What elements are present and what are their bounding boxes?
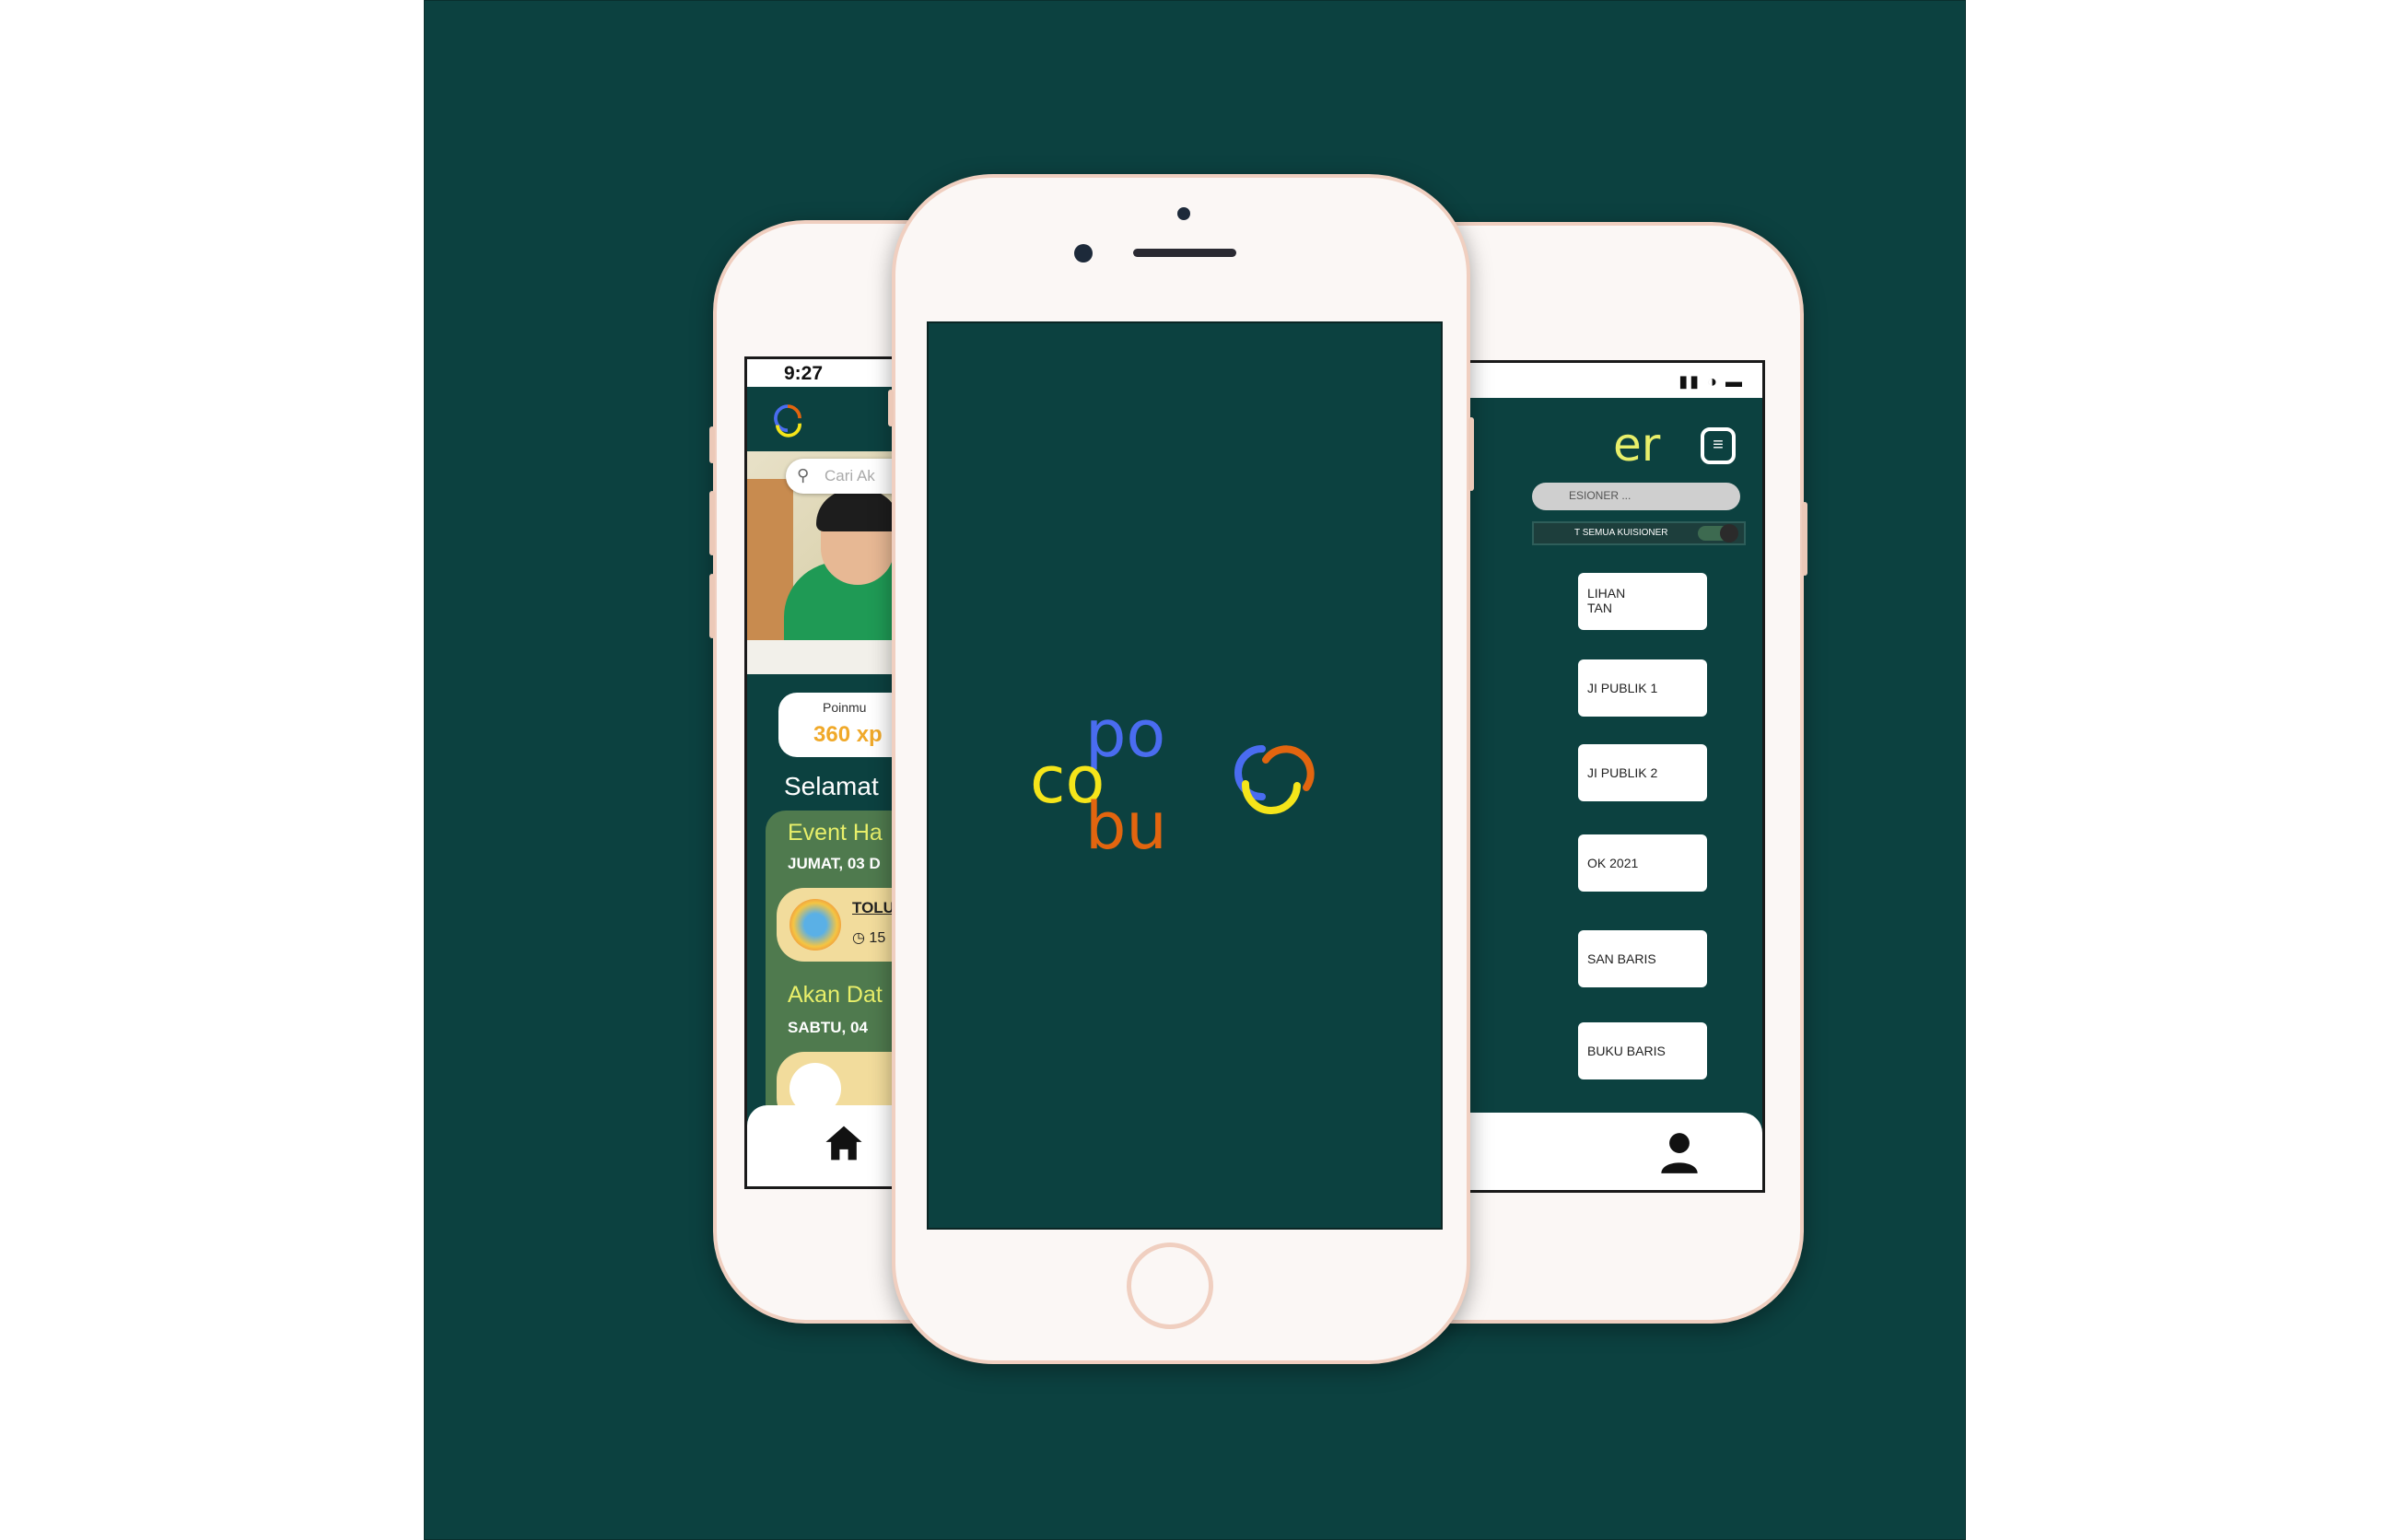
page-title: er xyxy=(1613,418,1661,472)
event-time: ◷ 15 xyxy=(852,928,885,947)
cobupo-rings-icon xyxy=(1234,745,1315,814)
points-value: 360 xp xyxy=(813,722,883,747)
item-label: JI PUBLIK 2 xyxy=(1587,765,1658,780)
event-name: TOLU xyxy=(852,899,895,916)
show-all-toggle-row[interactable]: T SEMUA KUISIONER xyxy=(1532,521,1746,545)
questionnaire-item[interactable]: JI PUBLIK 1 xyxy=(1578,659,1707,717)
poster-background: 9:27 ⚲ Cari Ak Poinmu 360 xp Selamat Eve… xyxy=(424,0,1966,1540)
side-button xyxy=(888,390,894,426)
splash-screen: po co bu xyxy=(927,321,1443,1230)
home-icon[interactable] xyxy=(823,1122,865,1164)
toggle-label: T SEMUA KUISIONER xyxy=(1574,528,1668,538)
front-sensor xyxy=(1074,244,1093,262)
side-button xyxy=(709,426,715,463)
side-button xyxy=(1802,502,1807,576)
side-button xyxy=(709,491,715,555)
cobupo-logo: po co bu xyxy=(1030,696,1315,864)
item-label: OK 2021 xyxy=(1587,856,1639,870)
app-logo-icon xyxy=(774,404,801,438)
questionnaire-item[interactable]: JI PUBLIK 2 xyxy=(1578,744,1707,801)
event-today-title: Event Ha xyxy=(788,820,883,846)
event-logo-icon xyxy=(789,899,841,951)
search-icon: ⚲ xyxy=(797,466,810,484)
questionnaire-item[interactable]: OK 2021 xyxy=(1578,834,1707,892)
home-button[interactable] xyxy=(1127,1242,1213,1329)
side-button xyxy=(1468,417,1474,491)
earpiece-speaker xyxy=(1133,249,1236,257)
questionnaire-item[interactable]: BUKU BARIS xyxy=(1578,1022,1707,1079)
toggle-switch[interactable] xyxy=(1698,524,1738,542)
event-today-date: JUMAT, 03 D xyxy=(788,855,881,872)
side-button xyxy=(709,574,715,638)
center-phone-mockup: po co bu xyxy=(888,174,1474,1364)
points-label: Poinmu xyxy=(823,700,867,715)
profile-icon[interactable] xyxy=(1659,1131,1700,1175)
event-upcoming-date: SABTU, 04 xyxy=(788,1019,868,1036)
item-label: BUKU BARIS xyxy=(1587,1044,1666,1058)
logo-letters-bu: bu xyxy=(1085,788,1167,864)
questionnaire-item[interactable]: LIHAN TAN xyxy=(1578,573,1707,630)
search-placeholder: Cari Ak xyxy=(825,467,875,484)
front-camera xyxy=(1177,207,1190,220)
greeting-text: Selamat xyxy=(784,772,879,800)
item-label: JI PUBLIK 1 xyxy=(1587,681,1658,695)
item-label: SAN BARIS xyxy=(1587,951,1656,966)
clock-icon: ◷ xyxy=(852,930,865,946)
search-input[interactable]: ESIONER ... xyxy=(1532,483,1740,510)
status-time: 9:27 xyxy=(784,363,824,384)
event-time-value: 15 xyxy=(869,930,886,946)
questionnaire-item[interactable]: SAN BARIS xyxy=(1578,930,1707,987)
document-icon: ≡ xyxy=(1701,427,1736,464)
event-upcoming-title: Akan Dat xyxy=(788,982,883,1008)
item-label: LIHAN TAN xyxy=(1587,586,1626,615)
signal-wifi-battery-icon: ▮▮ ◑ ▬ xyxy=(1678,372,1744,391)
search-placeholder: ESIONER ... xyxy=(1569,489,1632,502)
